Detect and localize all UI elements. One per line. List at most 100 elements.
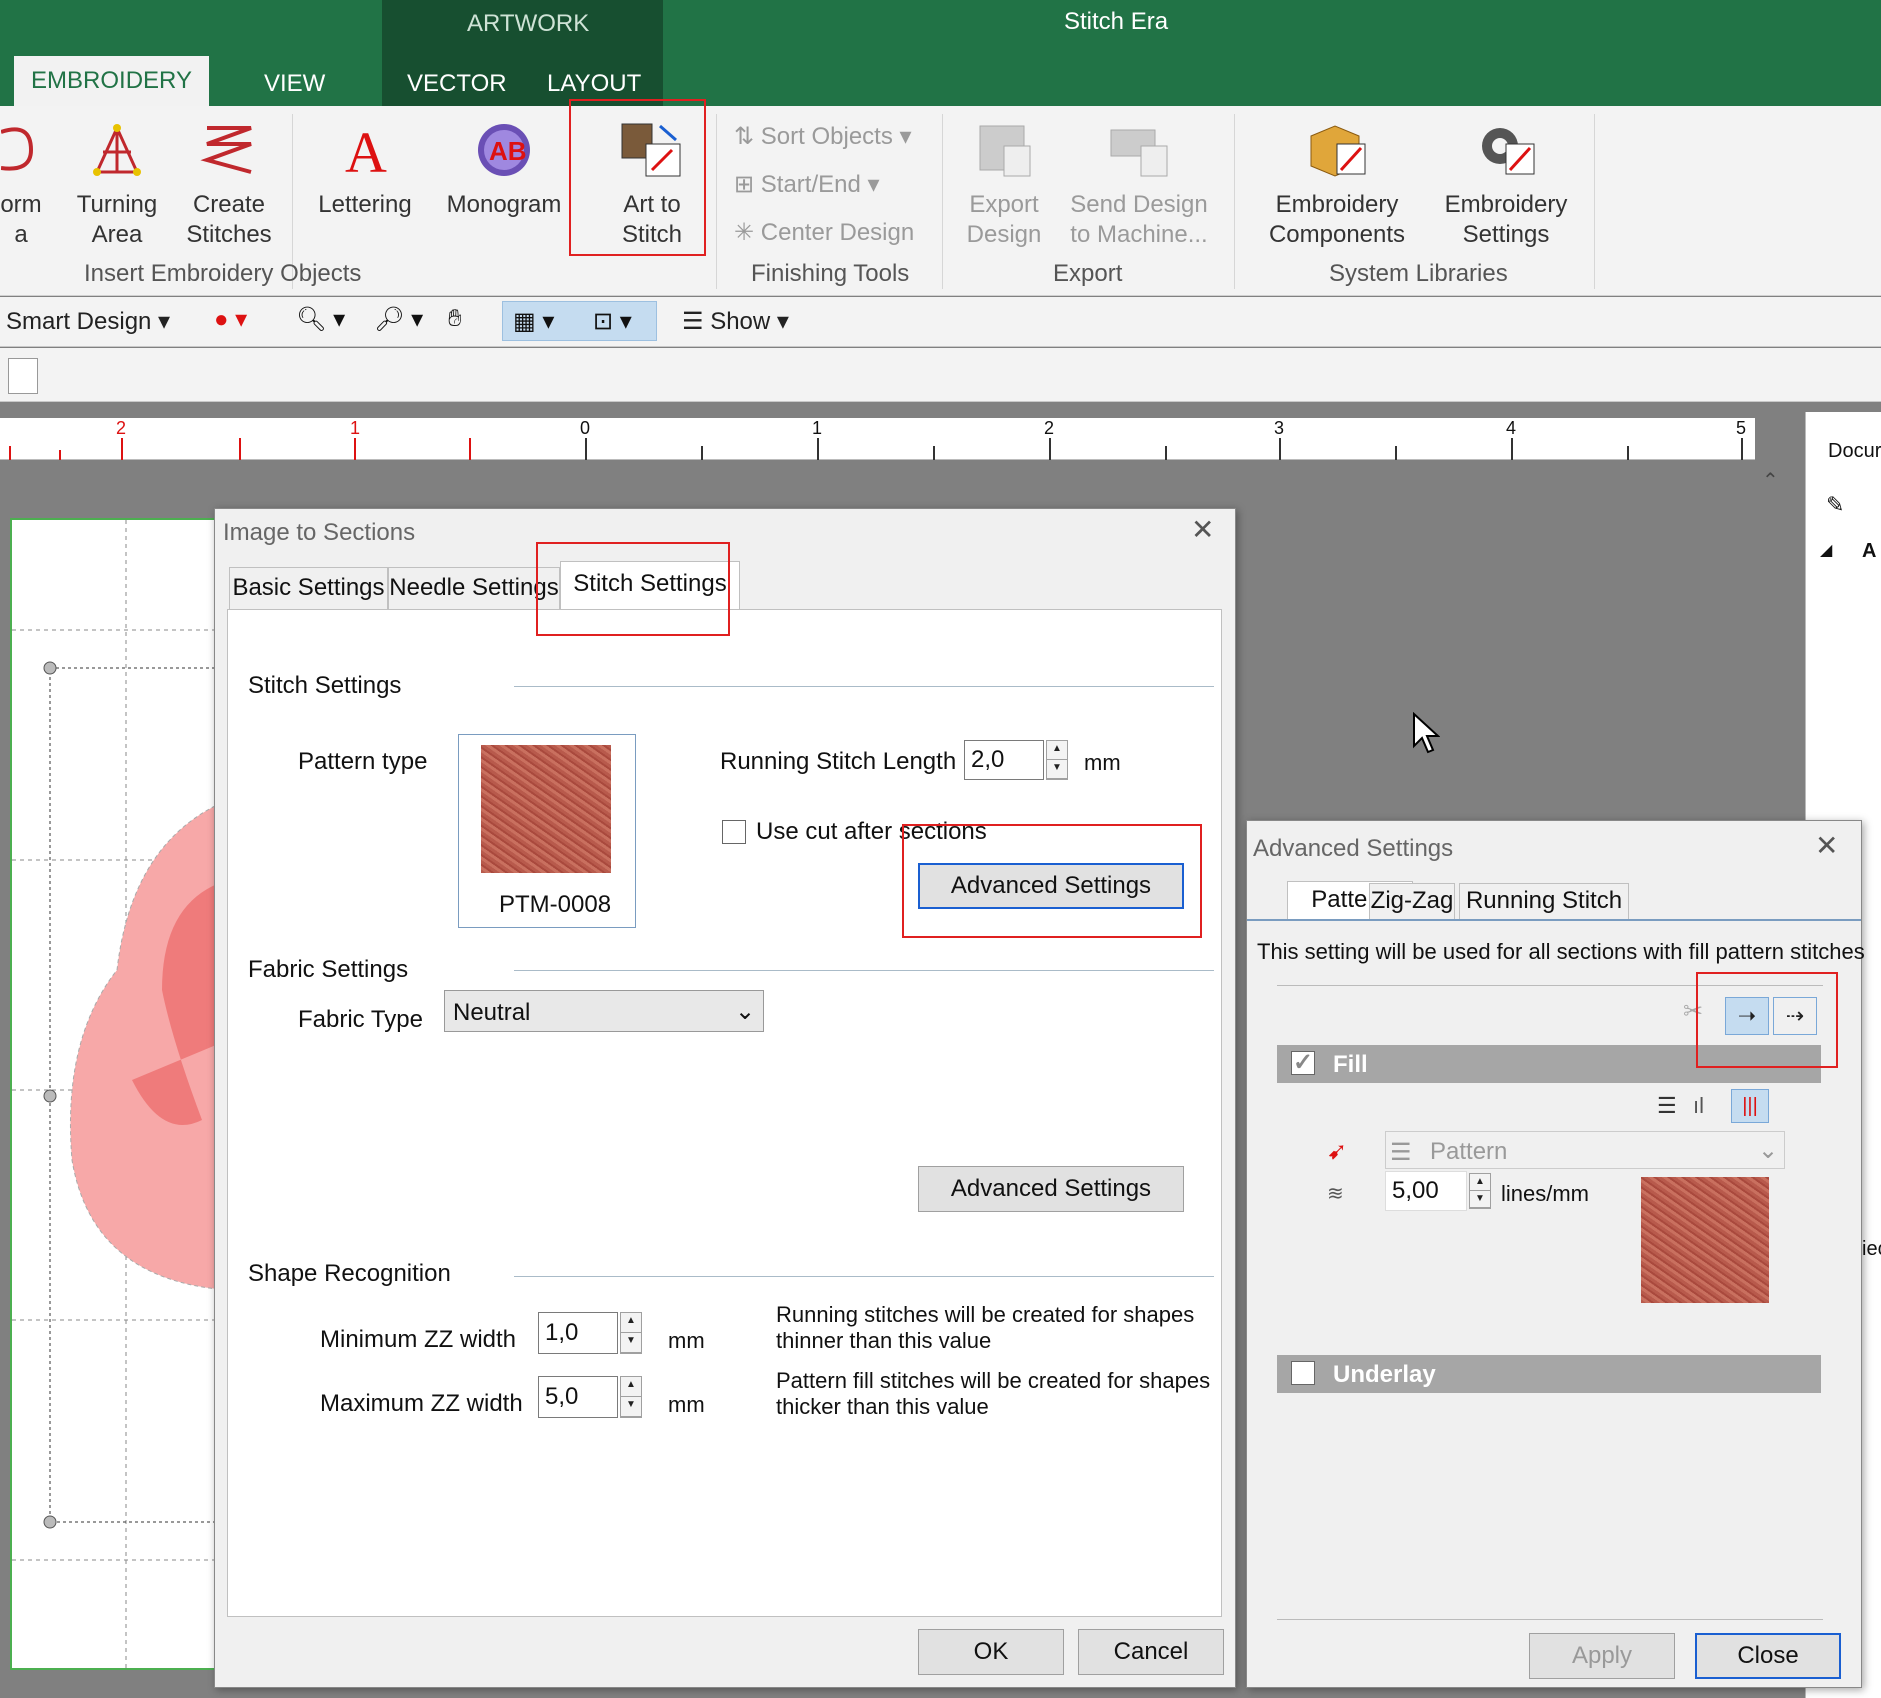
use-cut-checkbox[interactable] [722, 820, 746, 844]
center-design-button[interactable]: ✳ Center Design [734, 218, 914, 247]
ruler-label: 4 [1506, 418, 1517, 438]
ribbon-separator [942, 114, 943, 289]
max-zz-width-label: Maximum ZZ width [320, 1390, 523, 1417]
running-stitch-length-input[interactable]: 2,0 [964, 740, 1044, 780]
vertical-lines-pattern-icon[interactable]: ||| [1731, 1089, 1769, 1123]
tab-vector[interactable]: VECTOR [407, 70, 507, 98]
ok-button[interactable]: OK [918, 1629, 1064, 1675]
new-document-icon[interactable] [8, 358, 38, 394]
max-zz-description-2: thicker than this value [776, 1394, 989, 1419]
turning-area-label-2: Area [91, 221, 143, 248]
turning-area-button[interactable]: Turning Area [72, 122, 162, 250]
chevron-down-icon: ⌄ [1758, 1137, 1779, 1164]
create-stitches-button[interactable]: Create Stitches [184, 122, 274, 250]
highlight-advanced-settings [902, 824, 1202, 938]
zigzag-stitch-icon [200, 126, 252, 174]
density-icon: ≋ [1327, 1183, 1344, 1205]
embroidery-components-label-2: Components [1268, 221, 1406, 248]
section-separator [514, 1276, 1214, 1277]
grid-icon[interactable]: ▦ ▾ [513, 307, 554, 336]
embroidery-settings-label-1: Embroidery [1444, 191, 1568, 218]
embroidery-settings-label-2: Settings [1462, 221, 1550, 248]
min-zz-width-stepper[interactable]: ▲ ▼ [620, 1312, 642, 1354]
sort-objects-label: Sort Objects [760, 123, 893, 150]
tab-basic-settings[interactable]: Basic Settings [229, 567, 388, 609]
embroidery-components-button[interactable]: Embroidery Components [1252, 122, 1422, 250]
send-design-button[interactable]: Send Design to Machine... [1064, 122, 1214, 250]
advanced-settings-dialog: Advanced Settings ✕ Pattern Zig-Zag Runn… [1246, 820, 1865, 1688]
ruler-label: 2 [1044, 418, 1055, 438]
sort-objects-button[interactable]: ⇅ Sort Objects ▾ [734, 122, 912, 151]
bars-pattern-icon[interactable]: ıl [1693, 1093, 1704, 1119]
advanced-settings-button-fabric[interactable]: Advanced Settings [918, 1166, 1184, 1212]
density-unit: lines/mm [1501, 1181, 1590, 1206]
fill-checkbox[interactable]: ✓ [1291, 1051, 1315, 1075]
send-design-label-2: to Machine... [1070, 221, 1208, 248]
scroll-up-icon[interactable]: ⌃ [1762, 468, 1779, 493]
form-area-label-2: a [14, 221, 28, 248]
document-panel-item: A [1862, 540, 1877, 562]
ruler-label: 5 [1736, 418, 1747, 438]
separator [1277, 1619, 1823, 1620]
fill-direction-icon: ➹ [1327, 1138, 1348, 1165]
highlight-art-to-stitch [569, 99, 706, 256]
underlay-label: Underlay [1333, 1361, 1436, 1388]
mouse-cursor-icon [1413, 712, 1440, 754]
start-end-button[interactable]: ⊞ Start/End ▾ [734, 170, 880, 199]
pan-hand-icon[interactable]: ✋︎ [448, 305, 462, 333]
center-design-icon: ✳ [734, 219, 761, 246]
pattern-type-selector[interactable]: PTM-0008 [458, 734, 636, 928]
tab-zig-zag[interactable]: Zig-Zag [1369, 883, 1455, 919]
tab-running-stitch[interactable]: Running Stitch [1459, 883, 1629, 919]
ribbon-separator [1594, 114, 1595, 289]
highlight-stitch-settings-tab [536, 542, 730, 636]
shape-recognition-heading: Shape Recognition [248, 1260, 451, 1287]
monogram-button[interactable]: AB Monogram [444, 122, 564, 220]
max-zz-width-input[interactable]: 5,0 [538, 1376, 618, 1418]
collapse-triangle-icon[interactable]: ◢ [1820, 540, 1832, 560]
color-picker-icon[interactable]: ● ▾ [214, 305, 247, 334]
advanced-dialog-title: Advanced Settings [1253, 835, 1454, 862]
apply-button[interactable]: Apply [1529, 1633, 1675, 1679]
sewing-machine-icon [1110, 129, 1168, 177]
turning-area-label-1: Turning [76, 191, 158, 218]
fabric-type-select[interactable]: Neutral ⌄ [444, 990, 764, 1032]
density-input[interactable]: 5,00 [1385, 1171, 1467, 1211]
tab-layout[interactable]: LAYOUT [547, 70, 641, 98]
close-button[interactable]: Close [1695, 1633, 1841, 1679]
zoom-icon[interactable]: 🔍︎ ▾ [296, 305, 345, 334]
running-stitch-length-stepper[interactable]: ▲ ▼ [1046, 740, 1068, 780]
close-icon[interactable]: ✕ [1815, 829, 1838, 862]
show-dropdown[interactable]: ☰ Show ▾ [682, 307, 789, 336]
show-icon: ☰ [682, 308, 711, 335]
zoom-page-icon[interactable]: 🔎︎ ▾ [374, 305, 423, 334]
pencil-icon[interactable]: ✎ [1826, 492, 1844, 518]
svg-text:A: A [345, 122, 387, 178]
underlay-checkbox[interactable] [1291, 1361, 1315, 1385]
unit-label: mm [668, 1328, 705, 1353]
cancel-button[interactable]: Cancel [1078, 1629, 1224, 1675]
min-zz-width-input[interactable]: 1,0 [538, 1312, 618, 1354]
form-area-button[interactable]: orm a [0, 122, 46, 250]
lettering-button[interactable]: A Lettering [310, 120, 420, 220]
form-area-label-1: orm [0, 191, 42, 218]
form-area-icon [0, 127, 34, 171]
toolbar: Smart Design ▾ ● ▾ 🔍︎ ▾ 🔎︎ ▾ ✋︎ ▦ ▾ ⊡ ▾ … [0, 297, 1881, 347]
close-icon[interactable]: ✕ [1191, 513, 1214, 546]
export-design-label-1: Export [969, 191, 1039, 218]
embroidery-settings-button[interactable]: Embroidery Settings [1436, 122, 1576, 250]
stitch-settings-heading: Stitch Settings [248, 672, 402, 699]
lines-pattern-icon[interactable]: ☰ [1657, 1093, 1677, 1119]
design-canvas-hoop[interactable] [10, 518, 230, 1670]
pattern-select[interactable]: ☰ Pattern ⌄ [1385, 1131, 1785, 1169]
max-zz-width-stepper[interactable]: ▲ ▼ [620, 1376, 642, 1418]
ruler-label: 3 [1274, 418, 1285, 438]
density-stepper[interactable]: ▲ ▼ [1469, 1173, 1491, 1209]
smart-design-dropdown[interactable]: Smart Design ▾ [6, 307, 170, 336]
tab-view[interactable]: VIEW [264, 70, 325, 98]
tab-needle-settings[interactable]: Needle Settings [388, 567, 560, 609]
tab-embroidery[interactable]: EMBROIDERY [14, 56, 209, 106]
highlight-needle-icons [1696, 972, 1838, 1068]
export-design-button[interactable]: Export Design [954, 122, 1054, 250]
grid-zoom-icon[interactable]: ⊡ ▾ [593, 307, 632, 336]
